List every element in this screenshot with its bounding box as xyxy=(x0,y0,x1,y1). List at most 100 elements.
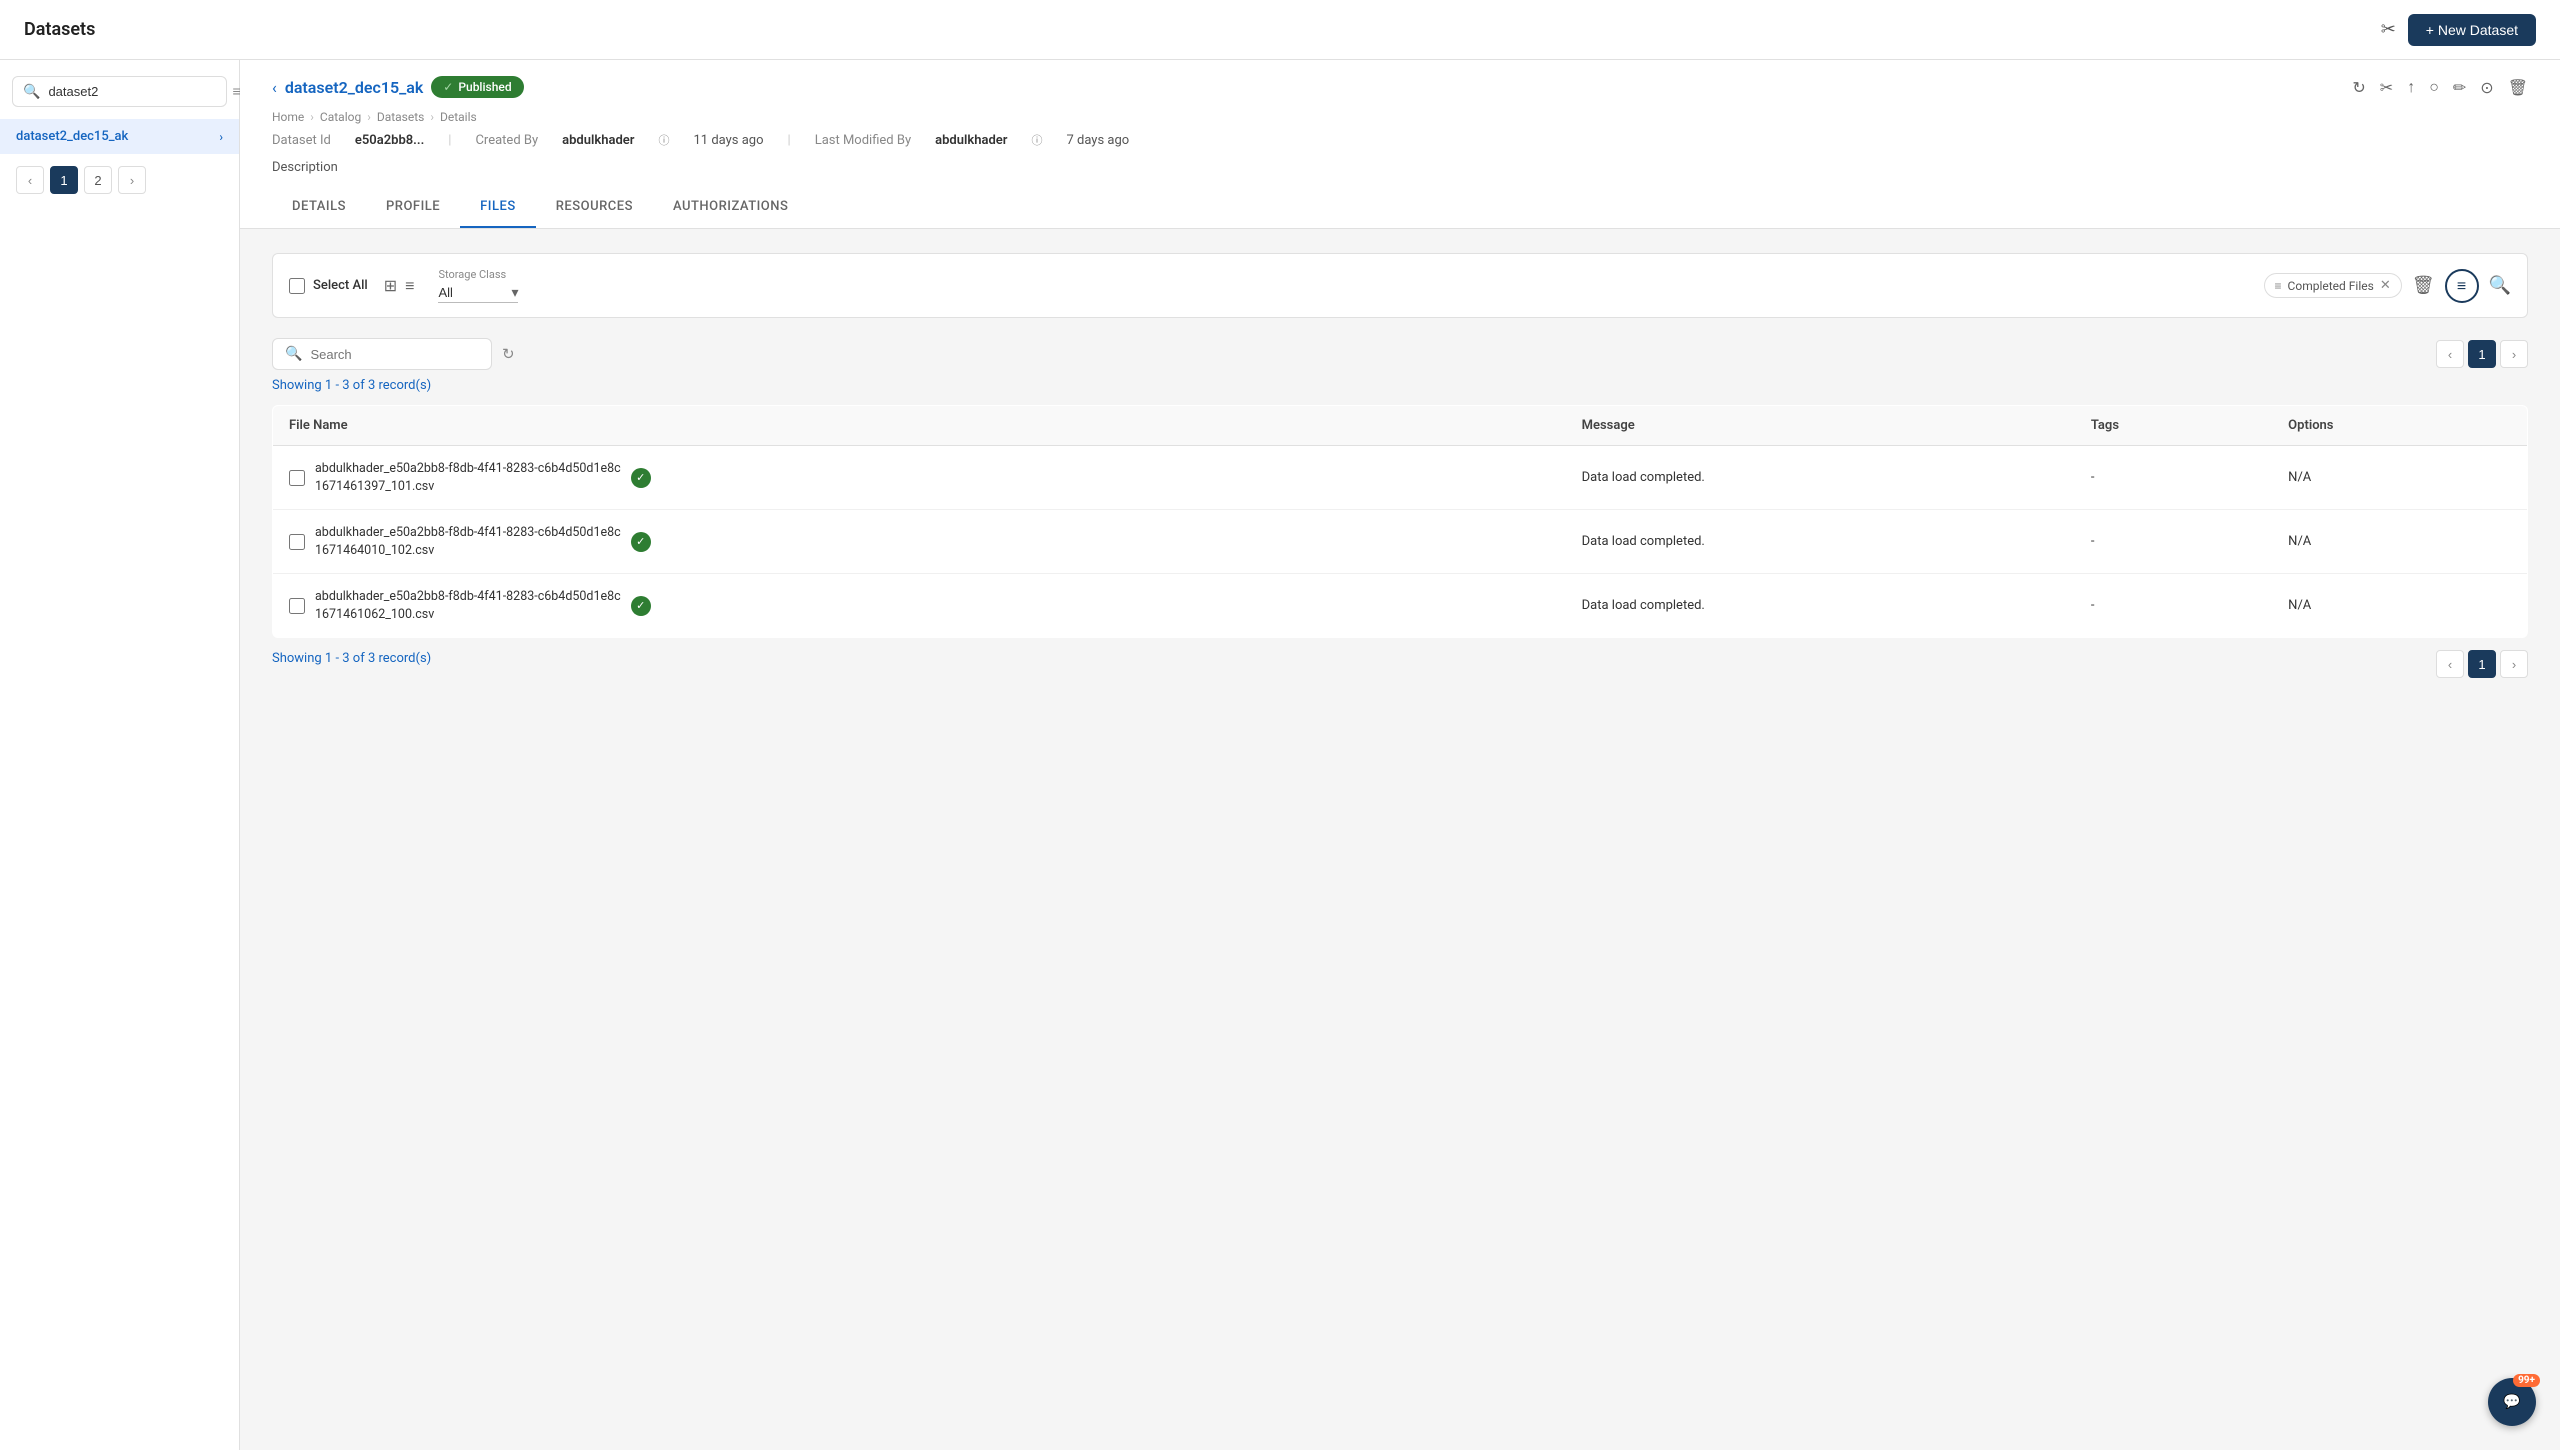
file-row-checkbox-1[interactable] xyxy=(289,534,305,550)
file-name-cell: abdulkhader_e50a2bb8-f8db-4f41-8283-c6b4… xyxy=(273,510,1566,574)
created-ago: 11 days ago xyxy=(693,133,763,148)
grid-icons: ⊞ ≡ xyxy=(384,276,415,296)
main-content: ‹ dataset2_dec15_ak ✓ Published ↻ ✂ ↑ ○ … xyxy=(240,60,2560,1450)
file-name-cell: abdulkhader_e50a2bb8-f8db-4f41-8283-c6b4… xyxy=(273,574,1566,638)
table-row: abdulkhader_e50a2bb8-f8db-4f41-8283-c6b4… xyxy=(273,446,2528,510)
storage-class-label: Storage Class xyxy=(438,268,518,281)
new-dataset-button[interactable]: + New Dataset xyxy=(2408,14,2536,46)
sidebar-next-button[interactable]: › xyxy=(118,166,146,194)
refresh-dataset-icon[interactable]: ↻ xyxy=(2352,78,2365,97)
tabs: DETAILS PROFILE FILES RESOURCES AUTHORIZ… xyxy=(272,187,2528,228)
modified-by-label: Last Modified By xyxy=(815,133,911,148)
file-tags-cell-0: - xyxy=(2075,446,2272,510)
header-actions: ✂ + New Dataset xyxy=(2381,14,2536,46)
table-page-1-button[interactable]: 1 xyxy=(2468,340,2496,368)
chat-icon: 💬 xyxy=(2503,1394,2520,1410)
tab-details[interactable]: DETAILS xyxy=(272,187,366,228)
file-row-checkbox-2[interactable] xyxy=(289,598,305,614)
trash-icon[interactable]: 🗑 xyxy=(2508,78,2528,97)
file-name-cell: abdulkhader_e50a2bb8-f8db-4f41-8283-c6b4… xyxy=(273,446,1566,510)
breadcrumb: Home › Catalog › Datasets › Details xyxy=(272,110,2528,124)
circle-icon[interactable]: ○ xyxy=(2429,77,2439,97)
published-label: Published xyxy=(458,80,511,94)
file-message-cell-0: Data load completed. xyxy=(1566,446,2075,510)
file-message-cell-1: Data load completed. xyxy=(1566,510,2075,574)
files-search-input[interactable] xyxy=(310,347,430,362)
file-tags-cell-2: - xyxy=(2075,574,2272,638)
files-table: File Name Message Tags Options abdulkhad… xyxy=(272,405,2528,638)
sidebar-prev-button[interactable]: ‹ xyxy=(16,166,44,194)
records-count-top: Showing 1 - 3 of 3 record(s) xyxy=(272,378,2528,393)
file-status-icon-1: ✓ xyxy=(631,532,651,552)
select-all-checkbox[interactable] xyxy=(289,278,305,294)
records-count-bottom: Showing 1 - 3 of 3 record(s) xyxy=(272,651,431,666)
created-by-label: Created By xyxy=(475,133,538,148)
dataset-title-left: ‹ dataset2_dec15_ak ✓ Published xyxy=(272,76,524,98)
file-status-icon-0: ✓ xyxy=(631,468,651,488)
bottom-prev-button[interactable]: ‹ xyxy=(2436,650,2464,678)
sidebar: 🔍 ≡ ↻ dataset2_dec15_ak › ‹ 1 2 › xyxy=(0,60,240,1450)
breadcrumb-home[interactable]: Home xyxy=(272,110,304,124)
search-bar-container: 🔍 ≡ ↻ xyxy=(12,76,227,107)
file-name-text-0: abdulkhader_e50a2bb8-f8db-4f41-8283-c6b4… xyxy=(315,460,621,495)
files-refresh-icon[interactable]: ↻ xyxy=(502,345,515,363)
tab-resources[interactable]: RESOURCES xyxy=(536,187,653,228)
table-prev-button[interactable]: ‹ xyxy=(2436,340,2464,368)
table-row: abdulkhader_e50a2bb8-f8db-4f41-8283-c6b4… xyxy=(273,510,2528,574)
dataset-name-link[interactable]: dataset2_dec15_ak xyxy=(285,78,423,97)
delete-files-button[interactable]: 🗑 xyxy=(2412,275,2435,296)
breadcrumb-sep-3: › xyxy=(430,110,434,124)
dataset-id-value: e50a2bb8... xyxy=(355,133,424,148)
completed-files-label: Completed Files xyxy=(2288,279,2374,293)
file-row-checkbox-0[interactable] xyxy=(289,470,305,486)
back-arrow-icon[interactable]: ‹ xyxy=(272,78,277,97)
scissors-dataset-icon[interactable]: ✂ xyxy=(2380,78,2393,97)
table-next-button[interactable]: › xyxy=(2500,340,2528,368)
history-icon[interactable]: ⊙ xyxy=(2480,78,2493,97)
search-files-icon[interactable]: 🔍 xyxy=(2489,275,2511,296)
files-content: Select All ⊞ ≡ Storage Class All Standar… xyxy=(240,229,2560,702)
sidebar-pagination: ‹ 1 2 › xyxy=(0,154,239,206)
breadcrumb-datasets[interactable]: Datasets xyxy=(377,110,425,124)
select-all-label[interactable]: Select All xyxy=(313,278,368,293)
tab-authorizations[interactable]: AUTHORIZATIONS xyxy=(653,187,808,228)
list-filter-button[interactable]: ≡ xyxy=(2445,269,2479,303)
sidebar-page-2-button[interactable]: 2 xyxy=(84,166,112,194)
col-header-message: Message xyxy=(1566,406,2075,446)
bottom-next-button[interactable]: › xyxy=(2500,650,2528,678)
bottom-page-1-button[interactable]: 1 xyxy=(2468,650,2496,678)
breadcrumb-sep-2: › xyxy=(367,110,371,124)
file-status-icon-2: ✓ xyxy=(631,596,651,616)
file-tags-cell-1: - xyxy=(2075,510,2272,574)
files-search-wrap: 🔍 xyxy=(272,338,492,370)
storage-class-select[interactable]: All Standard Archive xyxy=(438,283,518,303)
filter-row: Select All ⊞ ≡ Storage Class All Standar… xyxy=(272,253,2528,318)
edit-icon[interactable]: ✏ xyxy=(2453,78,2466,97)
scissors-icon[interactable]: ✂ xyxy=(2381,19,2396,40)
dataset-toolbar-icons: ↻ ✂ ↑ ○ ✏ ⊙ 🗑 xyxy=(2352,77,2528,97)
list-view-icon[interactable]: ≡ xyxy=(405,276,414,296)
sidebar-item-dataset[interactable]: dataset2_dec15_ak › xyxy=(0,119,239,154)
remove-filter-icon[interactable]: ✕ xyxy=(2380,278,2391,293)
dataset-meta: Dataset Id e50a2bb8... | Created By abdu… xyxy=(272,132,2528,148)
filter-badge-icon: ≡ xyxy=(2275,279,2282,293)
tab-profile[interactable]: PROFILE xyxy=(366,187,460,228)
top-header: Datasets ✂ + New Dataset xyxy=(0,0,2560,60)
table-row: abdulkhader_e50a2bb8-f8db-4f41-8283-c6b4… xyxy=(273,574,2528,638)
published-badge: ✓ Published xyxy=(431,76,523,98)
storage-select-wrapper: All Standard Archive xyxy=(438,283,518,303)
chat-button[interactable]: 💬 99+ xyxy=(2488,1378,2536,1426)
files-search-icon: 🔍 xyxy=(285,346,302,362)
sidebar-page-1-button[interactable]: 1 xyxy=(50,166,78,194)
dataset-id-label: Dataset Id xyxy=(272,133,331,148)
sidebar-item-label: dataset2_dec15_ak xyxy=(16,129,128,144)
file-name-text-2: abdulkhader_e50a2bb8-f8db-4f41-8283-c6b4… xyxy=(315,588,621,623)
grid-view-icon[interactable]: ⊞ xyxy=(384,276,397,296)
search-input[interactable] xyxy=(48,84,224,99)
storage-class-group: Storage Class All Standard Archive xyxy=(438,268,518,303)
breadcrumb-catalog[interactable]: Catalog xyxy=(320,110,361,124)
tab-files[interactable]: FILES xyxy=(460,187,536,228)
upload-icon[interactable]: ↑ xyxy=(2407,77,2415,97)
col-header-options: Options xyxy=(2272,406,2527,446)
meta-sep-2: | xyxy=(788,133,791,148)
